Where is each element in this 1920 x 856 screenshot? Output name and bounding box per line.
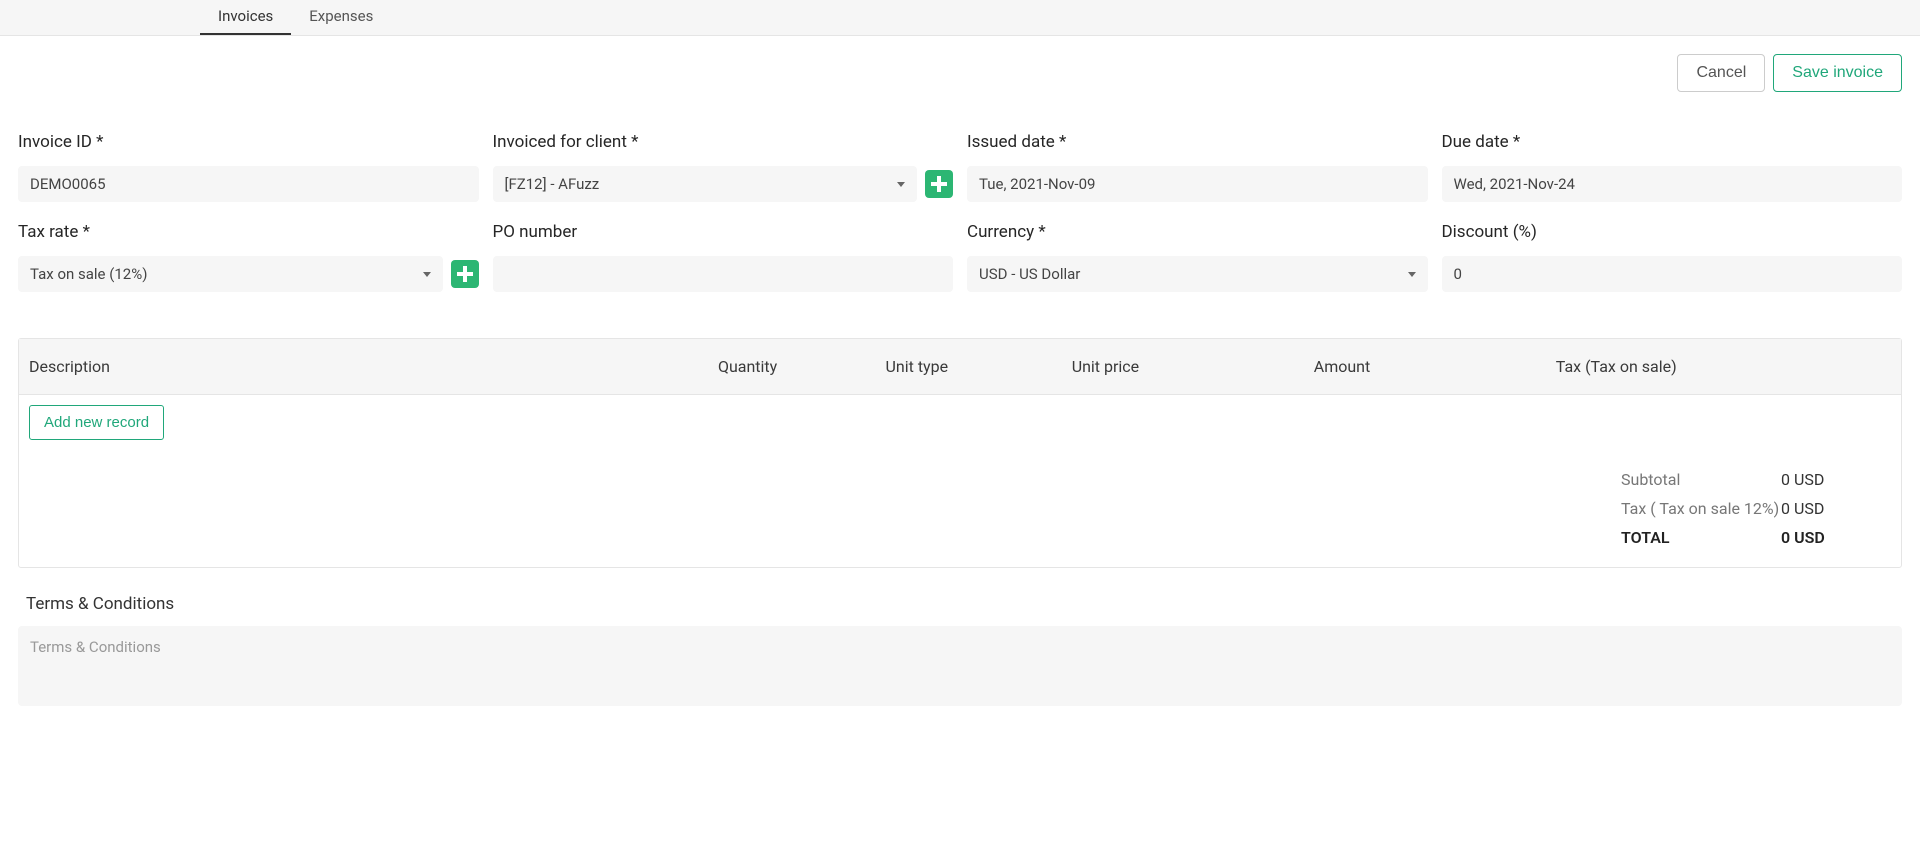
add-new-record-button[interactable]: Add new record [29,405,164,440]
currency-select[interactable]: USD - US Dollar [967,256,1428,292]
chevron-down-icon [897,182,905,187]
table-body: Add new record [19,395,1901,450]
issued-date-input[interactable] [967,166,1428,202]
label-client: Invoiced for client * [493,132,954,152]
tax-rate-select-value: Tax on sale (12%) [30,265,147,283]
field-due-date: Due date * [1442,132,1903,202]
field-invoice-id: Invoice ID * [18,132,479,202]
invoice-id-input[interactable] [18,166,479,202]
col-header-unit-type: Unit type [886,357,1072,376]
tab-expenses[interactable]: Expenses [291,0,391,35]
grand-total-value: 0 USD [1781,528,1891,547]
po-number-input[interactable] [493,256,954,292]
add-client-button[interactable] [925,170,953,198]
tab-invoices[interactable]: Invoices [200,0,291,35]
chevron-down-icon [1408,272,1416,277]
col-header-description: Description [29,357,718,376]
terms-textarea[interactable] [18,626,1902,706]
tax-total-value: 0 USD [1781,499,1891,518]
label-tax-rate: Tax rate * [18,222,479,242]
grand-total-label: TOTAL [1621,528,1781,547]
col-header-quantity: Quantity [718,357,886,376]
action-bar: Cancel Save invoice [18,54,1902,92]
col-header-amount: Amount [1314,357,1556,376]
label-currency: Currency * [967,222,1428,242]
col-header-unit-price: Unit price [1072,357,1314,376]
subtotal-value: 0 USD [1781,470,1891,489]
chevron-down-icon [423,272,431,277]
due-date-input[interactable] [1442,166,1903,202]
label-due-date: Due date * [1442,132,1903,152]
discount-input[interactable] [1442,256,1903,292]
tax-rate-select[interactable]: Tax on sale (12%) [18,256,443,292]
top-tabs: Invoices Expenses [0,0,1920,36]
cancel-button[interactable]: Cancel [1677,54,1765,92]
currency-select-value: USD - US Dollar [979,265,1080,283]
client-select[interactable]: [FZ12] - AFuzz [493,166,918,202]
field-currency: Currency * USD - US Dollar [967,222,1428,292]
field-tax-rate: Tax rate * Tax on sale (12%) [18,222,479,292]
field-po-number: PO number [493,222,954,292]
label-issued-date: Issued date * [967,132,1428,152]
terms-title: Terms & Conditions [26,594,1902,614]
col-header-tax: Tax (Tax on sale) [1556,357,1891,376]
add-tax-rate-button[interactable] [451,260,479,288]
save-invoice-button[interactable]: Save invoice [1773,54,1902,92]
field-discount: Discount (%) [1442,222,1903,292]
field-issued-date: Issued date * [967,132,1428,202]
client-select-value: [FZ12] - AFuzz [505,175,600,193]
label-po-number: PO number [493,222,954,242]
invoice-form: Invoice ID * Invoiced for client * [FZ12… [18,132,1902,292]
tax-total-label: Tax ( Tax on sale 12%) [1621,499,1781,518]
field-client: Invoiced for client * [FZ12] - AFuzz [493,132,954,202]
label-discount: Discount (%) [1442,222,1903,242]
label-invoice-id: Invoice ID * [18,132,479,152]
subtotal-label: Subtotal [1621,470,1781,489]
totals-section: Subtotal 0 USD Tax ( Tax on sale 12%) 0 … [19,450,1901,567]
line-items-table: Description Quantity Unit type Unit pric… [18,338,1902,568]
table-header-row: Description Quantity Unit type Unit pric… [19,339,1901,395]
